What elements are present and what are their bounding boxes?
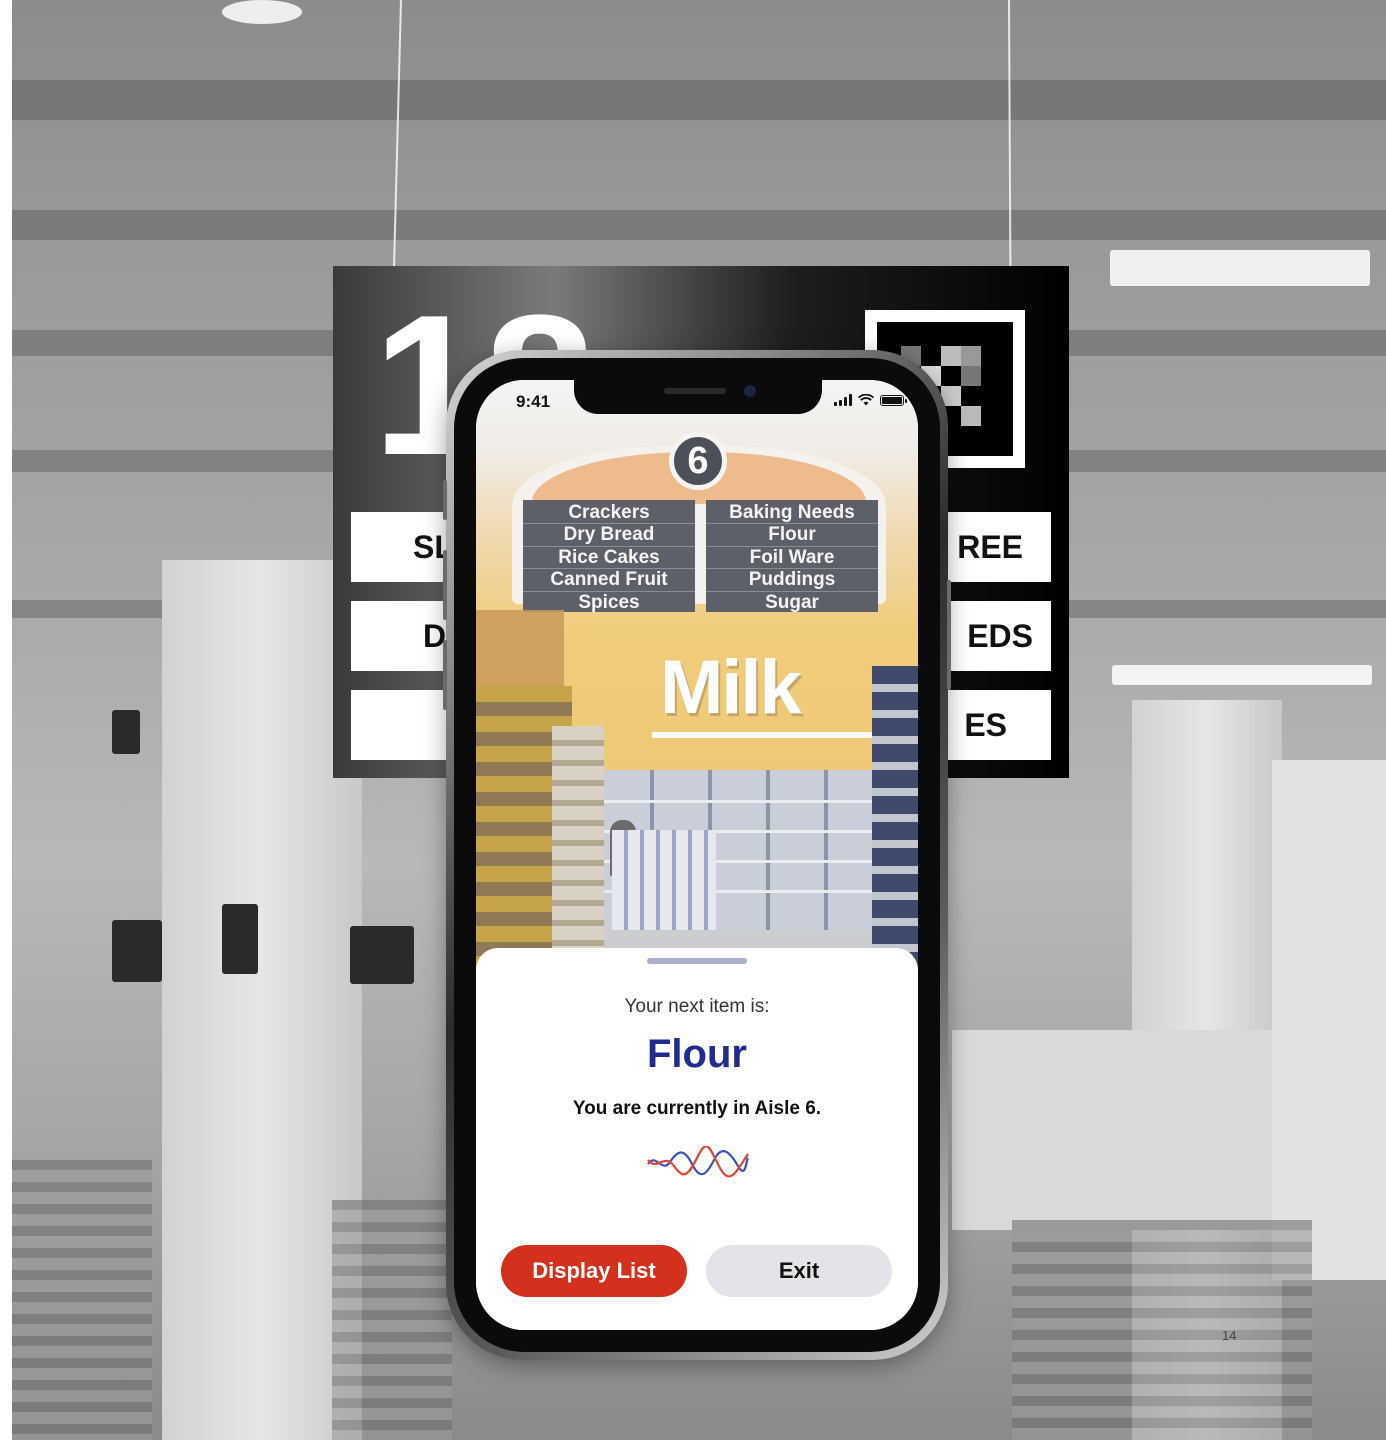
next-item-label: Your next item is:	[624, 996, 770, 1017]
shelf	[1012, 1220, 1312, 1440]
speaker	[222, 904, 258, 974]
display-block	[1272, 760, 1386, 1280]
current-aisle-text: You are currently in Aisle 6.	[572, 1098, 822, 1119]
phone-side-button	[443, 550, 447, 620]
sign-item: Rice Cakes	[523, 547, 695, 570]
exit-button[interactable]: Exit	[706, 1245, 892, 1297]
status-time: 9:41	[516, 392, 551, 411]
sign-item: Sugar	[765, 591, 819, 613]
battery-icon	[880, 394, 907, 406]
ceiling-light	[222, 0, 302, 24]
status-icons	[834, 394, 907, 406]
sign-item: Canned Fruit	[523, 569, 695, 592]
phone-side-button	[443, 480, 447, 520]
milk-wall-sign: Milk	[660, 645, 802, 730]
earpiece-icon	[664, 388, 726, 394]
sign-item: Puddings	[706, 569, 878, 592]
aisle-sign-row-right: REE	[957, 529, 1023, 565]
ceiling-beam	[12, 210, 1386, 240]
sign-item: Crackers	[523, 502, 695, 525]
endcap-shelf-right	[872, 666, 918, 980]
product-pallet	[612, 830, 716, 930]
ceiling-beam	[12, 80, 1386, 120]
shelf	[332, 1200, 452, 1440]
sign-item: Foil Ware	[706, 547, 878, 570]
next-item-sheet: Your next item is: Flour You are current…	[476, 948, 918, 1330]
display-list-button[interactable]: Display List	[501, 1245, 687, 1297]
phone-side-button	[443, 640, 447, 710]
phone-mockup: 6 Crackers Dry Bread Rice Cakes Canned F…	[443, 350, 951, 1360]
phone-screen: 6 Crackers Dry Bread Rice Cakes Canned F…	[476, 380, 918, 1330]
sign-panel-left: Crackers Dry Bread Rice Cakes Canned Fru…	[523, 500, 695, 613]
fridge-shelf	[596, 800, 896, 803]
hanging-wire	[1008, 0, 1012, 269]
shelf	[12, 1160, 152, 1440]
sign-item: Dry Bread	[523, 524, 695, 547]
aisle-sign-row-right: ES	[964, 707, 1007, 743]
milk-sign-shelf	[652, 732, 880, 738]
sign-panel-right: Baking Needs Flour Foil Ware Puddings Su…	[706, 500, 878, 613]
speaker	[350, 926, 414, 984]
phone-notch	[574, 380, 822, 414]
next-item-name: Flour	[647, 1032, 747, 1076]
aisle-badge: 6	[669, 432, 727, 490]
ceiling-light	[1112, 665, 1372, 685]
sheet-grabber[interactable]	[647, 958, 747, 964]
bread-rack	[552, 726, 604, 980]
phone-side-button	[947, 580, 951, 690]
speaker	[112, 710, 140, 754]
camera-view: 6 Crackers Dry Bread Rice Cakes Canned F…	[476, 380, 918, 980]
speaker	[112, 920, 162, 982]
page-number: 14	[1222, 1328, 1237, 1343]
cellular-signal-icon	[834, 394, 852, 406]
wifi-icon	[858, 394, 874, 406]
bread-display	[476, 610, 564, 698]
sign-item: Flour	[706, 524, 878, 547]
front-camera-icon	[744, 385, 756, 397]
display-block	[952, 1030, 1292, 1230]
voice-wave-icon	[647, 1146, 749, 1178]
sign-item: Baking Needs	[706, 502, 878, 525]
ceiling-light	[1110, 250, 1370, 286]
aisle-sign-row-right: EDS	[967, 618, 1033, 654]
